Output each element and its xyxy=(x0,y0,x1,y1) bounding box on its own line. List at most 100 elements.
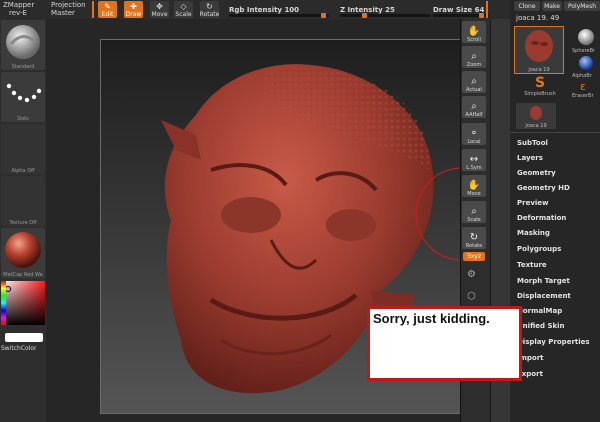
aahalf-button[interactable]: ⌕ AAHalf xyxy=(462,96,486,118)
color-picker[interactable] xyxy=(1,281,45,327)
subpalette-polygroups[interactable]: Polygroups xyxy=(517,242,561,257)
texture-label: Texture Off xyxy=(9,220,37,226)
rgb-intensity-knob[interactable] xyxy=(321,13,326,18)
rotate-label: Rotate xyxy=(199,11,220,18)
scale-mode-button[interactable]: ◇ Scale xyxy=(174,1,193,18)
move-icon: ✋ xyxy=(467,180,481,191)
popup-message-box: Sorry, just kidding. xyxy=(367,306,522,381)
rotate-view-button[interactable]: ↻ Rotate xyxy=(462,227,486,249)
texture-selector[interactable]: Texture Off xyxy=(1,176,45,226)
divider xyxy=(510,132,600,133)
edit-icon: ✎ xyxy=(104,2,111,11)
alpha-selector[interactable]: Alpha Off xyxy=(1,124,45,174)
current-tool-thumbnail[interactable]: joaca 19 xyxy=(514,26,564,74)
lsym-button[interactable]: ↔ L.Sym xyxy=(462,149,486,171)
subpalette-geometry-hd[interactable]: Geometry HD xyxy=(517,181,570,196)
local-icon: ⚬ xyxy=(469,128,479,139)
material-sphere-icon xyxy=(5,232,41,268)
master-label: Master xyxy=(51,9,75,17)
edit-button[interactable]: ✎ Edit xyxy=(98,1,117,18)
draw-icon: ✚ xyxy=(130,2,137,11)
eraserbrush-label: EraserBr xyxy=(572,93,594,99)
subpalette-subtool[interactable]: SubTool xyxy=(517,136,548,151)
scale-view-button[interactable]: ⌕ Scale xyxy=(462,201,486,223)
cube-icon[interactable]: ⬡ xyxy=(467,291,476,302)
rgb-intensity-slider-label: Rgb Intensity 100 xyxy=(229,6,300,14)
spherebrush-label: SphereBr xyxy=(572,48,596,54)
rotate-icon: ↻ xyxy=(469,232,479,243)
alphabrush-label: AlphaBr xyxy=(572,73,592,79)
make-polymesh-button[interactable]: PolyMesh xyxy=(564,1,600,11)
brush-selector[interactable]: Standard xyxy=(1,20,45,70)
brush-cursor-ring xyxy=(415,167,460,261)
material-label: MatCap Red Wa xyxy=(3,272,43,278)
hue-strip[interactable] xyxy=(1,281,6,325)
move-view-button[interactable]: ✋ Move xyxy=(462,175,486,197)
subpalette-preview[interactable]: Preview xyxy=(517,196,549,211)
local-button[interactable]: ⚬ Local xyxy=(462,123,486,145)
move-icon: ✥ xyxy=(156,2,163,11)
actual-button[interactable]: ⌕ Actual xyxy=(462,71,486,93)
scroll-button[interactable]: ✋ Scroll xyxy=(462,21,486,43)
draw-label: Draw xyxy=(125,11,142,18)
stroke-selector[interactable]: Dots xyxy=(1,72,45,122)
magnifier-icon: ⌕ xyxy=(471,51,477,62)
rotate-mode-button[interactable]: ↻ Rotate xyxy=(200,1,219,18)
subpalette-masking[interactable]: Masking xyxy=(517,226,550,241)
subpalette-geometry[interactable]: Geometry xyxy=(517,166,556,181)
eraser-icon: ε xyxy=(580,80,586,93)
scale-icon: ⌕ xyxy=(471,206,477,217)
dots-stroke-icon xyxy=(6,83,42,103)
projection-master-button[interactable]: Projection Master xyxy=(51,1,86,17)
zmapper-plugin-button[interactable]: ZMapper rev-E xyxy=(3,1,34,17)
subpalette-texture[interactable]: Texture xyxy=(517,258,547,273)
draw-size-knob[interactable] xyxy=(479,13,484,18)
standard-brush-icon xyxy=(6,25,40,59)
popup-message: Sorry, just kidding. xyxy=(373,311,490,326)
mini-tool-thumbnail[interactable]: joaca 19 xyxy=(516,103,556,129)
frame-icon[interactable]: ⚙ xyxy=(467,269,476,280)
blue-sphere-icon xyxy=(579,56,593,70)
magnifier-icon: ⌕ xyxy=(471,76,477,87)
eraserbrush-tool[interactable]: ε EraserBr xyxy=(572,80,600,102)
s-brush-icon: S xyxy=(534,75,546,91)
draw-button[interactable]: ✚ Draw xyxy=(124,1,143,18)
magnifier-icon: ⌕ xyxy=(471,101,477,112)
make-button[interactable]: Make xyxy=(542,1,562,11)
symmetry-icon: ↔ xyxy=(469,154,479,165)
rgb-intensity-slider[interactable] xyxy=(229,13,329,18)
subpalette-unified-skin[interactable]: Unified Skin xyxy=(517,319,565,334)
z-intensity-knob[interactable] xyxy=(362,13,367,18)
secondary-color-swatch[interactable] xyxy=(5,333,43,342)
subpalette-displacement[interactable]: Displacement xyxy=(517,289,571,304)
clone-button[interactable]: Clone xyxy=(514,1,540,11)
thumbnail-label: joaca 19 xyxy=(528,67,550,73)
sphere-icon xyxy=(578,29,594,45)
zmapper-rev-label: rev-E xyxy=(9,9,27,17)
subpalette-layers[interactable]: Layers xyxy=(517,151,543,166)
subpalette-morph-target[interactable]: Morph Target xyxy=(517,274,570,289)
simplebrush-tool[interactable]: S SimpleBrush xyxy=(516,76,564,100)
subpalette-normalmap[interactable]: NormalMap xyxy=(517,304,562,319)
projection-label: Projection xyxy=(51,1,86,9)
alphabrush-tool[interactable]: AlphaBr xyxy=(572,55,600,79)
xyz-toggle[interactable]: Ǝxyz xyxy=(463,252,485,261)
tool-palette: Clone Make PolyMesh joaca 19. 49 joaca 1… xyxy=(510,0,600,422)
divider xyxy=(486,1,488,18)
spherebrush-tool[interactable]: SphereBr xyxy=(572,28,600,54)
draw-size-slider[interactable] xyxy=(433,13,489,18)
zoom-button[interactable]: ⌕ Zoom xyxy=(462,46,486,68)
z-intensity-slider[interactable] xyxy=(340,13,430,18)
edit-label: Edit xyxy=(101,11,114,18)
mini-thumbnail-label: joaca 19 xyxy=(525,123,547,129)
z-intensity-slider-label: Z Intensity 25 xyxy=(340,6,395,14)
subpalette-deformation[interactable]: Deformation xyxy=(517,211,566,226)
subpalette-display-properties[interactable]: Display Properties xyxy=(517,335,590,350)
current-tool-label: joaca 19. 49 xyxy=(516,14,560,22)
brush-label: Standard xyxy=(11,64,35,70)
move-label: Move xyxy=(151,11,168,18)
move-mode-button[interactable]: ✥ Move xyxy=(150,1,169,18)
zmapper-label: ZMapper xyxy=(3,1,35,9)
switch-color-button[interactable]: SwitchColor xyxy=(1,345,37,352)
material-selector[interactable]: MatCap Red Wa xyxy=(1,228,45,278)
